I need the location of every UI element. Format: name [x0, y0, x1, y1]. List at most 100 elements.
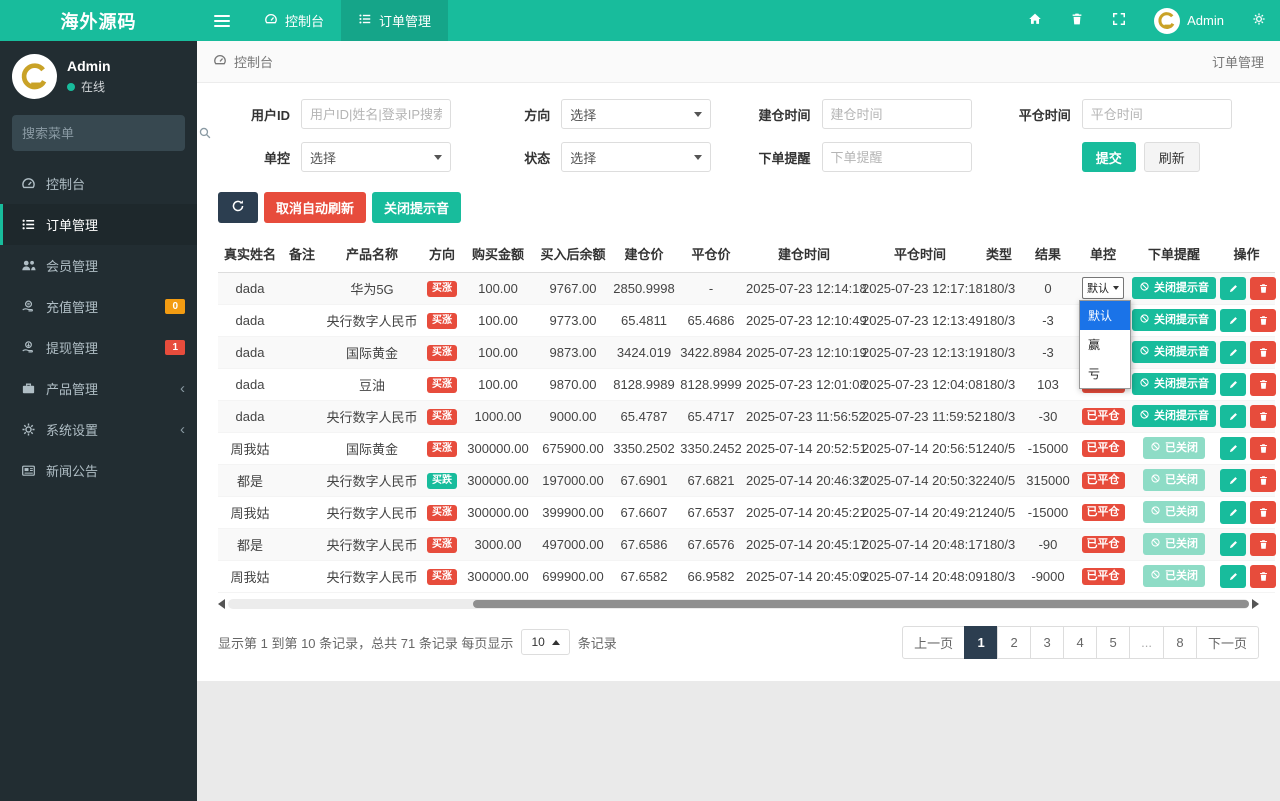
reminder-input[interactable]	[822, 142, 972, 172]
sidebar-toggle[interactable]	[197, 0, 247, 41]
sidebar-item-product[interactable]: 产品管理‹	[0, 368, 197, 409]
chevron-left-icon: ‹	[180, 380, 185, 397]
scroll-right-arrow[interactable]	[1252, 599, 1259, 609]
scrollbar-track[interactable]	[228, 599, 1249, 609]
page-button-2[interactable]: 2	[997, 626, 1031, 659]
page-size-select[interactable]: 10	[521, 629, 569, 655]
delete-button[interactable]	[1250, 565, 1276, 588]
ban-icon	[1150, 473, 1161, 487]
delete-button[interactable]	[1250, 341, 1276, 364]
delete-button[interactable]	[1250, 469, 1276, 492]
cell-open-price: 65.4787	[612, 400, 676, 432]
close-time-input[interactable]	[1082, 99, 1232, 129]
cancel-auto-refresh-button[interactable]: 取消自动刷新	[264, 192, 366, 223]
orders-table: 真实姓名备注产品名称方向购买金额买入后余额建仓价平仓价建仓时间平仓时间类型结果单…	[218, 235, 1275, 593]
cell-real-name: 周我姑	[218, 560, 282, 592]
sidebar-item-users[interactable]: 会员管理	[0, 245, 197, 286]
delete-button[interactable]	[1250, 405, 1276, 428]
refresh-table-button[interactable]	[218, 192, 258, 223]
column-header: 产品名称	[322, 235, 422, 272]
home-button[interactable]	[1014, 12, 1056, 29]
nav-tab-dashboard[interactable]: 控制台	[247, 0, 341, 41]
page-button-3[interactable]: 3	[1030, 626, 1064, 659]
open-time-input[interactable]	[822, 99, 972, 129]
cell-close-time: 2025-07-14 20:50:32	[862, 464, 978, 496]
edit-button[interactable]	[1220, 341, 1246, 364]
cell-close-price: 66.9582	[676, 560, 746, 592]
edit-button[interactable]	[1220, 533, 1246, 556]
edit-button[interactable]	[1220, 277, 1246, 300]
cell-open-price: 3424.019	[612, 336, 676, 368]
fullscreen-button[interactable]	[1098, 12, 1140, 29]
scroll-left-arrow[interactable]	[218, 599, 225, 609]
delete-button[interactable]	[1250, 437, 1276, 460]
page-button-8[interactable]: 8	[1163, 626, 1197, 659]
delete-button[interactable]	[1250, 533, 1276, 556]
user-menu[interactable]: Admin	[1140, 8, 1238, 34]
cell-actions	[1218, 400, 1275, 432]
sidebar-search-input[interactable]	[22, 126, 198, 141]
direction-select[interactable]: 选择	[561, 99, 711, 129]
close-sound-button[interactable]: 关闭提示音	[372, 192, 461, 223]
sidebar-item-news[interactable]: 新闻公告	[0, 450, 197, 491]
sidebar-menu: 控制台订单管理会员管理充值管理0提现管理1产品管理‹系统设置‹新闻公告	[0, 163, 197, 491]
dropdown-option[interactable]: 赢	[1080, 330, 1130, 359]
close-sound-row-button[interactable]: 关闭提示音	[1132, 373, 1216, 395]
control-select[interactable]: 选择	[301, 142, 451, 172]
control-select[interactable]: 默认	[1082, 277, 1124, 299]
cell-close-time: 2025-07-23 12:13:49	[862, 304, 978, 336]
next-page-button[interactable]: 下一页	[1196, 626, 1259, 659]
nav-tab-orders[interactable]: 订单管理	[341, 0, 448, 41]
gears-icon	[1252, 12, 1266, 29]
edit-button[interactable]	[1220, 501, 1246, 524]
user-id-input[interactable]	[301, 99, 451, 129]
close-sound-row-button[interactable]: 关闭提示音	[1132, 405, 1216, 427]
cell-direction: 买涨	[422, 336, 462, 368]
edit-button[interactable]	[1220, 437, 1246, 460]
cell-amount: 300000.00	[462, 432, 534, 464]
sidebar-item-list[interactable]: 订单管理	[0, 204, 197, 245]
column-header: 操作	[1218, 235, 1275, 272]
sidebar-item-withdraw[interactable]: 提现管理1	[0, 327, 197, 368]
scrollbar-thumb[interactable]	[473, 600, 1249, 608]
status-select[interactable]: 选择	[561, 142, 711, 172]
delete-button[interactable]	[1250, 373, 1276, 396]
cell-actions	[1218, 304, 1275, 336]
submit-button[interactable]: 提交	[1082, 142, 1136, 172]
edit-button[interactable]	[1220, 373, 1246, 396]
delete-button[interactable]	[1250, 309, 1276, 332]
column-header: 结果	[1020, 235, 1076, 272]
edit-button[interactable]	[1220, 565, 1246, 588]
cell-close-time: 2025-07-14 20:49:21	[862, 496, 978, 528]
delete-button[interactable]	[1250, 501, 1276, 524]
cell-result: -9000	[1020, 560, 1076, 592]
sidebar-item-dashboard[interactable]: 控制台	[0, 163, 197, 204]
cell-open-time: 2025-07-23 12:10:49	[746, 304, 862, 336]
delete-button[interactable]	[1250, 277, 1276, 300]
edit-button[interactable]	[1220, 405, 1246, 428]
prev-page-button[interactable]: 上一页	[902, 626, 965, 659]
cell-type: 240/5	[978, 432, 1020, 464]
close-sound-row-button[interactable]: 关闭提示音	[1132, 341, 1216, 363]
close-sound-row-button[interactable]: 关闭提示音	[1132, 309, 1216, 331]
settings-button[interactable]	[1238, 12, 1280, 29]
refresh-button[interactable]: 刷新	[1144, 142, 1200, 172]
page-button-5[interactable]: 5	[1096, 626, 1130, 659]
dropdown-option[interactable]: 默认	[1080, 301, 1130, 330]
sidebar-search[interactable]	[12, 115, 185, 151]
edit-button[interactable]	[1220, 469, 1246, 492]
sidebar-item-recharge[interactable]: 充值管理0	[0, 286, 197, 327]
sidebar-item-settings[interactable]: 系统设置‹	[0, 409, 197, 450]
cell-close-price: 65.4717	[676, 400, 746, 432]
cell-product: 国际黄金	[322, 432, 422, 464]
dropdown-option[interactable]: 亏	[1080, 359, 1130, 388]
clear-cache-button[interactable]	[1056, 12, 1098, 29]
page-button-1[interactable]: 1	[964, 626, 998, 659]
cell-result: -15000	[1020, 496, 1076, 528]
avatar	[12, 54, 57, 99]
cell-open-time: 2025-07-14 20:45:21	[746, 496, 862, 528]
edit-button[interactable]	[1220, 309, 1246, 332]
close-sound-row-button[interactable]: 关闭提示音	[1132, 277, 1216, 299]
cell-reminder: 已关闭	[1130, 432, 1218, 464]
page-button-4[interactable]: 4	[1063, 626, 1097, 659]
